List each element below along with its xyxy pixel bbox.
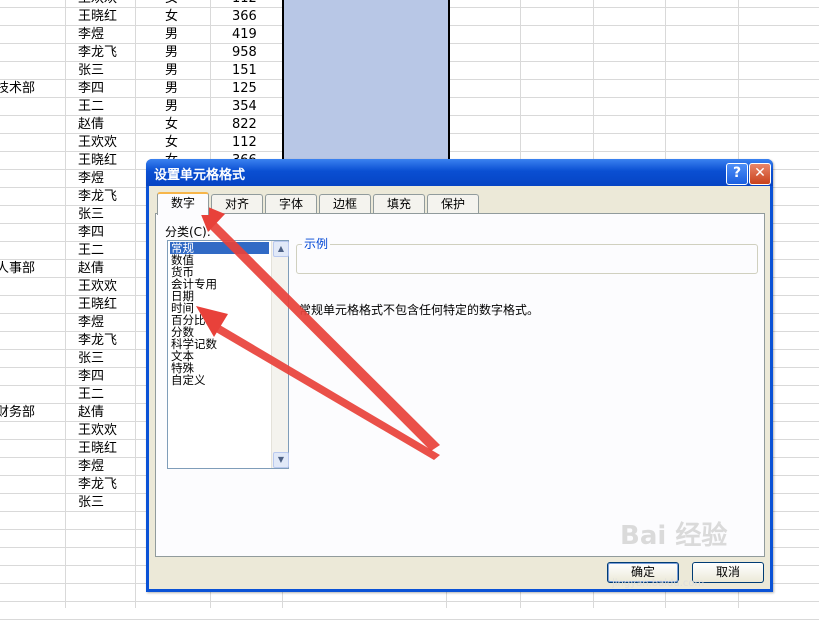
cell-name[interactable]: 王晓红: [78, 8, 117, 26]
cell-value[interactable]: 419: [232, 26, 257, 44]
cell-name[interactable]: 王二: [78, 386, 104, 404]
selected-column-range[interactable]: [282, 0, 450, 160]
cell-value[interactable]: 354: [232, 98, 257, 116]
category-listbox[interactable]: 常规 数值 货币 会计专用 日期 时间 百分比 分数 科学记数 文本 特殊 自定…: [167, 240, 289, 469]
cell-department[interactable]: 财务部: [0, 404, 35, 422]
watermark-url: jingyan.baidu.com: [612, 578, 705, 589]
dialog-title: 设置单元格格式: [154, 168, 246, 183]
cell-name[interactable]: 王二: [78, 242, 104, 260]
scroll-up-icon[interactable]: ▲: [273, 241, 289, 257]
cell-name[interactable]: 李煜: [78, 314, 104, 332]
category-scrollbar[interactable]: ▲ ▼: [271, 241, 289, 468]
cell-name[interactable]: 王欢欢: [78, 134, 117, 152]
cell-name[interactable]: 赵倩: [78, 260, 104, 278]
grid-row-line: [0, 601, 819, 602]
cell-name[interactable]: 李龙飞: [78, 44, 117, 62]
cell-gender[interactable]: 男: [165, 62, 178, 80]
cell-name[interactable]: 王二: [78, 98, 104, 116]
tab-alignment[interactable]: 对齐: [211, 194, 263, 213]
tab-number[interactable]: 数字: [157, 192, 209, 215]
cell-name[interactable]: 李龙飞: [78, 188, 117, 206]
cell-name[interactable]: 王欢欢: [78, 0, 117, 8]
sample-box: [296, 244, 758, 274]
cell-name[interactable]: 李四: [78, 224, 104, 242]
cell-name[interactable]: 李煜: [78, 458, 104, 476]
cell-name[interactable]: 李龙飞: [78, 476, 117, 494]
cell-gender[interactable]: 女: [165, 134, 178, 152]
cell-gender[interactable]: 男: [165, 44, 178, 62]
cell-name[interactable]: 李龙飞: [78, 332, 117, 350]
cell-gender[interactable]: 女: [165, 116, 178, 134]
cell-name[interactable]: 王欢欢: [78, 278, 117, 296]
close-button[interactable]: ✕: [749, 163, 771, 185]
number-tab-panel: 分类(C): 常规 数值 货币 会计专用 日期 时间 百分比 分数 科学记数 文…: [155, 213, 765, 557]
cell-department[interactable]: 人事部: [0, 260, 35, 278]
cell-gender[interactable]: 女: [165, 0, 178, 8]
watermark-logo: Bai 经验: [620, 521, 728, 551]
cell-gender[interactable]: 男: [165, 98, 178, 116]
category-label: 分类(C):: [165, 225, 211, 239]
help-button[interactable]: ?: [726, 163, 748, 185]
grid-column-line: [135, 0, 136, 608]
cell-department[interactable]: 技术部: [0, 80, 35, 98]
cell-name[interactable]: 张三: [78, 62, 104, 80]
scroll-down-icon[interactable]: ▼: [273, 452, 289, 468]
cell-name[interactable]: 李煜: [78, 26, 104, 44]
cell-name[interactable]: 李煜: [78, 170, 104, 188]
cell-gender[interactable]: 男: [165, 80, 178, 98]
cell-name[interactable]: 李四: [78, 80, 104, 98]
tab-protection[interactable]: 保护: [427, 194, 479, 213]
tab-font[interactable]: 字体: [265, 194, 317, 213]
cell-value[interactable]: 112: [232, 134, 257, 152]
cell-value[interactable]: 366: [232, 8, 257, 26]
tab-fill[interactable]: 填充: [373, 194, 425, 213]
cell-value[interactable]: 125: [232, 80, 257, 98]
cell-name[interactable]: 李四: [78, 368, 104, 386]
cell-name[interactable]: 王晓红: [78, 296, 117, 314]
grid-column-line: [65, 0, 66, 608]
category-item-custom[interactable]: 自定义: [171, 374, 206, 386]
dialog-titlebar[interactable]: 设置单元格格式 ? ✕: [146, 159, 773, 186]
cell-name[interactable]: 王晓红: [78, 440, 117, 458]
cell-name[interactable]: 王晓红: [78, 152, 117, 170]
cell-value[interactable]: 822: [232, 116, 257, 134]
cell-name[interactable]: 张三: [78, 206, 104, 224]
cell-value[interactable]: 112: [232, 0, 257, 8]
format-description: 常规单元格格式不包含任何特定的数字格式。: [299, 303, 540, 317]
cell-name[interactable]: 王欢欢: [78, 422, 117, 440]
cell-gender[interactable]: 女: [165, 8, 178, 26]
cell-value[interactable]: 958: [232, 44, 257, 62]
cell-name[interactable]: 赵倩: [78, 116, 104, 134]
sample-label: 示例: [302, 235, 331, 252]
tab-border[interactable]: 边框: [319, 194, 371, 213]
cell-gender[interactable]: 男: [165, 26, 178, 44]
cell-name[interactable]: 张三: [78, 350, 104, 368]
cell-name[interactable]: 赵倩: [78, 404, 104, 422]
cell-value[interactable]: 151: [232, 62, 257, 80]
cell-name[interactable]: 张三: [78, 494, 104, 512]
